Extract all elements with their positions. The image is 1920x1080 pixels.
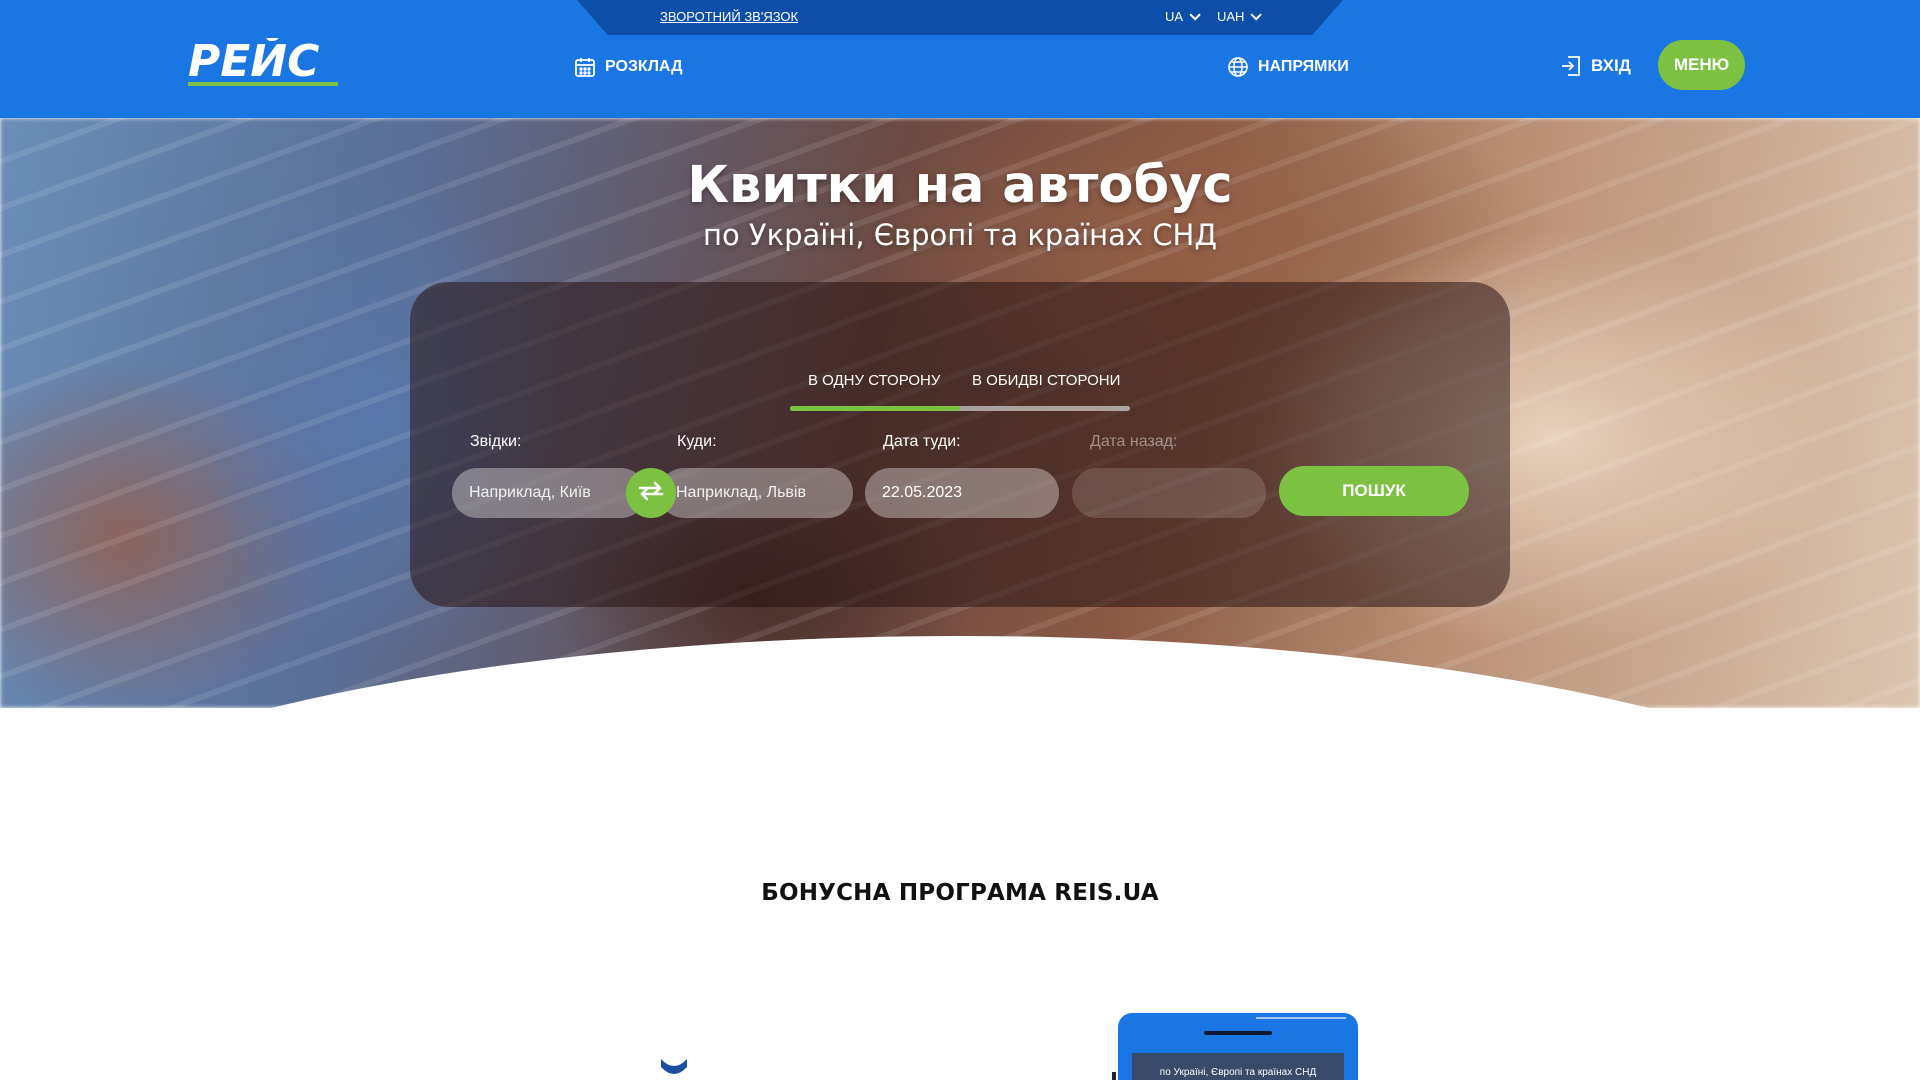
language-select[interactable]: UA [1165,8,1201,24]
nav-schedule[interactable]: РОЗКЛАД [574,56,682,78]
site-header: ЗВОРОТНИЙ ЗВ'ЯЗОК UA UAH РЕЙС РОЗКЛАД НА… [0,0,1920,118]
tab-one-way[interactable]: В ОДНУ СТОРОНУ [808,372,940,389]
language-value: UA [1165,9,1184,24]
currency-value: UAH [1217,9,1245,24]
from-input[interactable] [452,468,646,518]
to-label: Куди: [677,433,717,450]
swap-directions-button[interactable] [626,468,676,518]
bonus-graphic-text [416,1040,716,1080]
hero-section: Квитки на автобус по Україні, Європі та … [0,118,1920,708]
phone-mockup-image: по Україні, Європі та країнах СНД [1118,1013,1358,1080]
swap-arrows-icon [637,480,665,507]
date-there-label: Дата туди: [883,433,961,450]
nav-schedule-label: РОЗКЛАД [605,58,683,75]
hero-subtitle: по Україні, Європі та країнах СНД [703,218,1217,252]
phone-screen-text: по Україні, Європі та країнах СНД [1159,1067,1317,1078]
date-back-label: Дата назад: [1090,433,1178,450]
login-label: ВХІД [1591,56,1631,75]
login-icon [1560,54,1582,78]
tab-active-indicator [790,406,960,411]
bonus-section-title: БОНУСНА ПРОГРАМА REIS.UA [761,880,1159,906]
trip-type-tabs: В ОДНУ СТОРОНУ В ОБИДВІ СТОРОНИ [790,358,1130,416]
date-back-input[interactable] [1072,468,1266,518]
tab-round-trip[interactable]: В ОБИДВІ СТОРОНИ [972,372,1120,389]
menu-button[interactable]: МЕНЮ [1658,40,1745,90]
nav-directions-label: НАПРЯМКИ [1258,58,1349,75]
site-logo[interactable]: РЕЙС [188,38,340,88]
ticket-search-form: В ОДНУ СТОРОНУ В ОБИДВІ СТОРОНИ Звідки: … [410,282,1510,607]
from-label: Звідки: [470,433,522,450]
calendar-icon [574,56,596,78]
logo-wordmark: РЕЙС [188,38,319,87]
currency-select[interactable]: UAH [1217,8,1263,24]
date-there-input[interactable] [865,468,1059,518]
hero-title: Квитки на автобус [687,156,1233,215]
globe-icon [1227,56,1249,78]
feedback-link[interactable]: ЗВОРОТНИЙ ЗВ'ЯЗОК [660,9,798,24]
nav-directions[interactable]: НАПРЯМКИ [1227,56,1349,78]
to-input[interactable] [659,468,853,518]
search-button[interactable]: ПОШУК [1279,466,1469,516]
login-link[interactable]: ВХІД [1560,54,1631,78]
